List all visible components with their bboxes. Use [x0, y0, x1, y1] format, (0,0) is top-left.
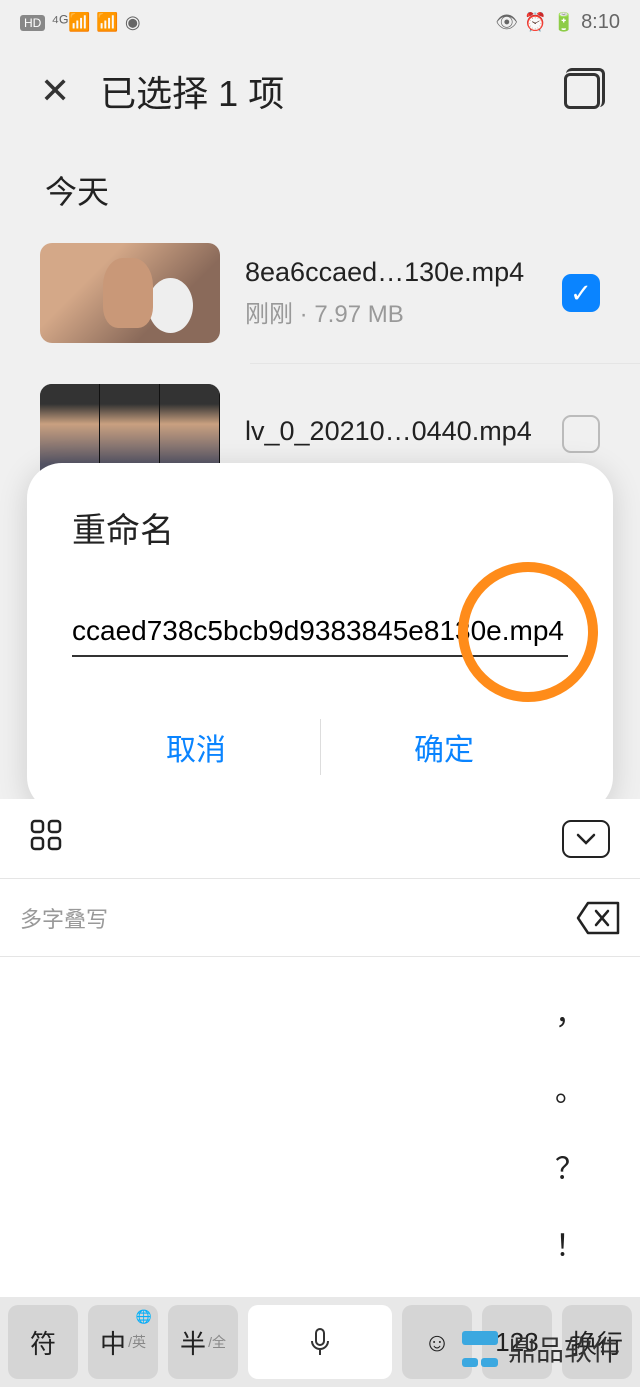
select-all-button[interactable]	[564, 73, 600, 109]
confirm-button[interactable]: 确定	[320, 707, 568, 787]
punct-key[interactable]: ，	[555, 981, 585, 1041]
dialog-title: 重命名	[72, 503, 568, 552]
keyboard-switch-icon[interactable]	[30, 819, 62, 859]
hd-badge: HD	[20, 15, 45, 31]
punct-key[interactable]: ？	[555, 1136, 585, 1196]
lang-key[interactable]: 🌐中/英	[88, 1305, 158, 1379]
signal-icon: ⁴ᴳ📶	[51, 12, 90, 33]
status-bar: HD ⁴ᴳ📶 📶 ◉ 👁 ⏰ 🔋 8:10	[0, 0, 640, 45]
cancel-button[interactable]: 取消	[72, 707, 320, 787]
handwriting-hint: 多字叠写	[20, 902, 108, 934]
handwriting-area[interactable]: ， 。 ？ ！	[0, 957, 640, 1297]
close-icon[interactable]: ✕	[40, 70, 70, 112]
space-voice-key[interactable]	[248, 1305, 392, 1379]
width-key[interactable]: 半/全	[168, 1305, 238, 1379]
eye-icon: 👁	[495, 12, 518, 33]
file-name: lv_0_20210…0440.mp4	[245, 416, 537, 447]
header-title: 已选择 1 项	[100, 65, 284, 117]
symbol-key[interactable]: 符	[8, 1305, 78, 1379]
section-today: 今天	[0, 137, 640, 238]
alarm-icon: ⏰	[524, 12, 546, 33]
watermark-logo-icon	[462, 1331, 498, 1367]
file-checkbox[interactable]	[562, 415, 600, 453]
wifi-icon: 📶	[96, 12, 118, 33]
divider	[250, 363, 640, 364]
keyboard: 多字叠写 ， 。 ？ ！ 符 🌐中/英 半/全 ☺ 123 换行	[0, 799, 640, 1387]
file-row[interactable]: 8ea6ccaed…130e.mp4 刚刚 · 7.97 MB ✓	[0, 238, 640, 348]
rename-input[interactable]	[72, 607, 568, 657]
file-meta: 刚刚 · 7.97 MB	[245, 294, 537, 329]
selection-header: ✕ 已选择 1 项	[0, 45, 640, 137]
file-checkbox[interactable]: ✓	[562, 274, 600, 312]
punct-key[interactable]: ！	[555, 1213, 585, 1273]
clock: 8:10	[581, 11, 620, 34]
file-name: 8ea6ccaed…130e.mp4	[245, 257, 537, 288]
battery-icon: 🔋	[553, 12, 575, 33]
rename-dialog: 重命名 取消 确定	[27, 463, 613, 812]
keyboard-collapse-icon[interactable]	[562, 820, 610, 858]
video-thumbnail	[40, 243, 220, 343]
watermark-text: 鼎品软件	[508, 1329, 620, 1369]
watermark: 鼎品软件	[462, 1329, 620, 1369]
punct-key[interactable]: 。	[555, 1058, 585, 1118]
sync-icon: ◉	[125, 12, 141, 33]
backspace-icon[interactable]	[576, 901, 620, 935]
